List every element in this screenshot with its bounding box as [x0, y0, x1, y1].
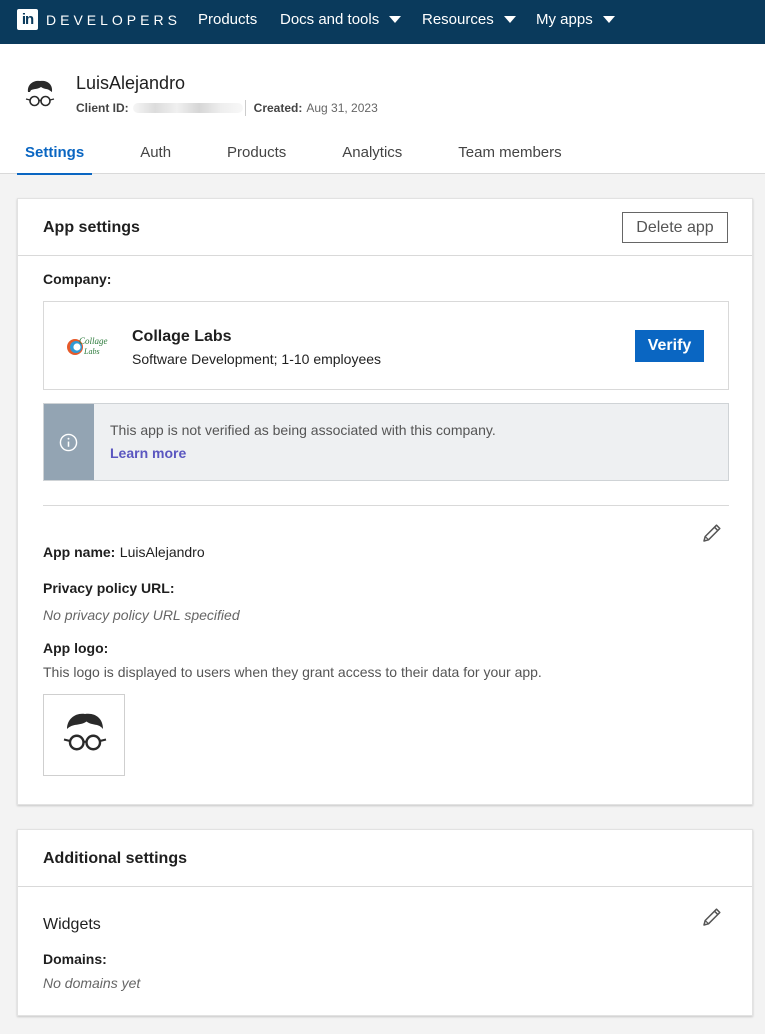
collage-labs-logo-icon: Collage Labs — [67, 336, 108, 356]
nav-docs-and-tools[interactable]: Docs and tools — [280, 11, 402, 28]
nav-my-apps[interactable]: My apps — [536, 11, 615, 28]
tab-products[interactable]: Products — [219, 144, 294, 174]
created-label: Created: — [253, 101, 303, 115]
tab-analytics[interactable]: Analytics — [334, 144, 410, 174]
app-name-value: LuisAlejandro — [119, 544, 205, 560]
nav-products[interactable]: Products — [198, 11, 257, 28]
app-header: LuisAlejandro Client ID: Created: Aug 31… — [0, 44, 765, 175]
learn-more-link[interactable]: Learn more — [110, 445, 186, 461]
delete-app-button[interactable]: Delete app — [622, 212, 728, 243]
app-logo-label: App logo: — [43, 640, 109, 656]
additional-settings-card: Additional settings Widgets Domains: No … — [17, 829, 753, 1016]
edit-pencil-icon[interactable] — [701, 906, 723, 928]
app-logo-description: This logo is displayed to users when the… — [43, 664, 542, 680]
app-meta: Client ID: Created: Aug 31, 2023 — [76, 100, 378, 116]
verify-button[interactable]: Verify — [635, 330, 704, 362]
notice-text: This app is not verified as being associ… — [110, 422, 496, 438]
privacy-policy-value: No privacy policy URL specified — [43, 607, 240, 623]
widgets-heading: Widgets — [43, 916, 101, 933]
app-name-row: App name: LuisAlejandro — [43, 544, 205, 562]
chevron-down-icon — [389, 16, 402, 23]
company-card: Collage Labs Collage Labs Software Devel… — [43, 301, 729, 390]
client-id-value-redacted — [132, 103, 243, 113]
edit-pencil-icon[interactable] — [701, 522, 723, 544]
app-title: LuisAlejandro — [76, 73, 186, 93]
linkedin-logo-icon[interactable]: in — [17, 9, 38, 30]
top-nav: in DEVELOPERS Products Docs and tools Re… — [0, 0, 765, 44]
company-name: Collage Labs — [132, 328, 232, 345]
svg-text:Collage: Collage — [79, 336, 108, 346]
domains-label: Domains: — [43, 951, 107, 967]
chevron-down-icon — [503, 16, 516, 23]
app-logo-image-icon — [63, 713, 107, 756]
brand-name[interactable]: DEVELOPERS — [46, 12, 181, 28]
notice-side-bar — [44, 404, 94, 480]
tab-team-members[interactable]: Team members — [450, 144, 569, 174]
app-logo-preview[interactable] — [43, 694, 125, 776]
info-icon — [59, 433, 78, 452]
additional-settings-title: Additional settings — [43, 850, 187, 867]
section-divider — [43, 505, 729, 506]
company-description: Software Development; 1-10 employees — [132, 351, 382, 367]
tab-settings[interactable]: Settings — [17, 144, 93, 175]
app-tabs: Settings Auth Products Analytics Team me… — [17, 144, 610, 175]
client-id-label: Client ID: — [76, 101, 129, 115]
app-settings-card: App settings Delete app Company: Collage… — [17, 198, 753, 805]
chevron-down-icon — [602, 16, 615, 23]
app-settings-title: App settings — [43, 219, 140, 236]
svg-text:Labs: Labs — [83, 347, 100, 356]
app-name-label: App name: — [43, 544, 116, 560]
tab-auth[interactable]: Auth — [132, 144, 179, 174]
additional-settings-header: Additional settings — [18, 830, 752, 887]
domains-value: No domains yet — [43, 975, 141, 991]
nav-resources[interactable]: Resources — [422, 11, 516, 28]
app-settings-header: App settings Delete app — [18, 199, 752, 256]
company-label: Company: — [43, 271, 112, 287]
privacy-policy-label: Privacy policy URL: — [43, 580, 175, 596]
created-value: Aug 31, 2023 — [306, 101, 378, 115]
app-avatar-icon — [25, 80, 55, 110]
meta-divider — [244, 100, 246, 116]
verification-notice: This app is not verified as being associ… — [43, 403, 729, 481]
